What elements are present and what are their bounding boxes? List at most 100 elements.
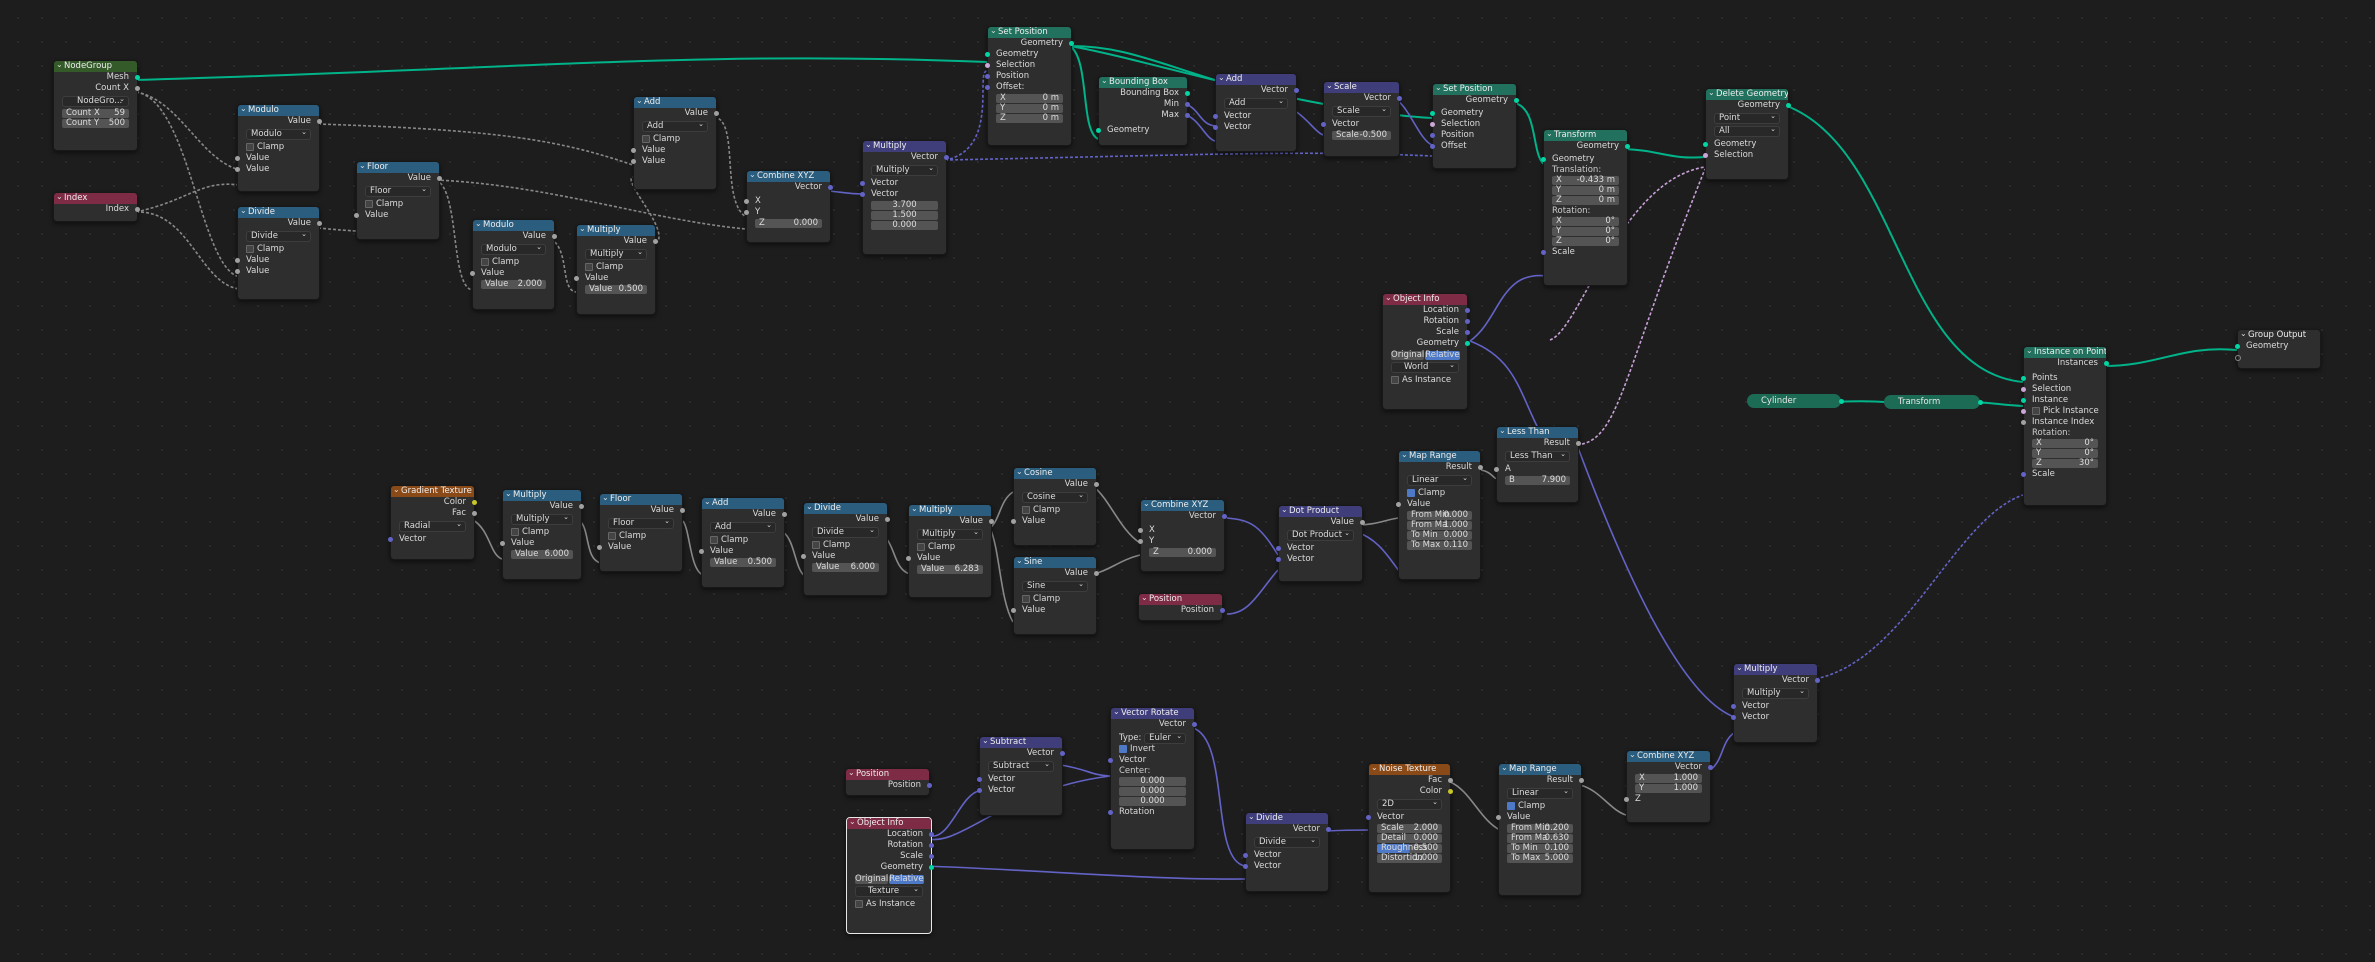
node-vector-add[interactable]: Add Vector Add Vector Vector	[1213, 73, 1299, 152]
input-socket[interactable]	[699, 549, 704, 554]
input-socket[interactable]	[500, 541, 505, 546]
translation-z-field[interactable]: Z0 m	[1552, 196, 1619, 205]
node-header[interactable]: Set Position	[988, 27, 1071, 38]
input-socket[interactable]	[1430, 133, 1435, 138]
input-socket[interactable]	[574, 276, 579, 281]
original-option[interactable]: Original	[1391, 351, 1425, 360]
node-header[interactable]: Bounding Box	[1099, 77, 1187, 88]
output-socket[interactable]	[1220, 608, 1225, 613]
clamp-checkbox[interactable]: Clamp	[238, 244, 319, 255]
rotation-z-field[interactable]: Z 30°	[2032, 459, 2098, 468]
input-socket[interactable]	[2021, 387, 2026, 392]
value-field[interactable]: Value 6.283	[917, 565, 983, 574]
to-max-field[interactable]: To Max 5.000	[1507, 854, 1573, 863]
operation-dropdown[interactable]: Add	[1224, 97, 1288, 109]
node-delete-geometry[interactable]: Delete Geometry Geometry Point All Geome…	[1703, 88, 1791, 180]
output-socket[interactable]	[579, 504, 584, 509]
input-socket[interactable]	[1108, 758, 1113, 763]
node-vector-scale[interactable]: Scale Vector Scale Vector Scale-0.500	[1321, 81, 1402, 157]
type-dropdown[interactable]: Euler	[1144, 732, 1187, 744]
invert-checkbox[interactable]: Invert	[1111, 744, 1194, 755]
output-socket[interactable]	[1060, 751, 1065, 756]
input-socket[interactable]	[2021, 420, 2026, 425]
output-socket[interactable]	[135, 86, 140, 91]
output-socket[interactable]	[885, 517, 890, 522]
to-min-field[interactable]: To Min 0.100	[1507, 844, 1573, 853]
operation-dropdown[interactable]: Multiply	[1742, 687, 1809, 699]
interpolation-dropdown[interactable]: Linear	[1407, 474, 1472, 486]
clamp-checkbox[interactable]: Clamp	[238, 142, 319, 153]
node-header[interactable]: Cosine	[1014, 468, 1096, 479]
input-socket[interactable]	[1138, 528, 1143, 533]
output-socket[interactable]	[1465, 308, 1470, 313]
operation-dropdown[interactable]: Less Than	[1505, 450, 1570, 462]
input-socket[interactable]	[1108, 810, 1113, 815]
output-socket[interactable]	[1815, 678, 1820, 683]
scale-field[interactable]: Scale -0.500	[1332, 131, 1391, 140]
node-modulo-2[interactable]: Modulo Value Modulo Clamp Value Value2.0…	[470, 219, 557, 310]
output-socket[interactable]	[1397, 96, 1402, 101]
clamp-checkbox[interactable]: Clamp	[577, 262, 655, 273]
node-combine-xyz-2[interactable]: Combine XYZ Vector X Y Z0.000	[1138, 499, 1227, 572]
node-header[interactable]: Sine	[1014, 557, 1096, 568]
input-socket[interactable]	[388, 537, 393, 542]
node-header[interactable]: Scale	[1324, 82, 1399, 93]
output-socket[interactable]	[552, 234, 557, 239]
operation-dropdown[interactable]: Divide	[812, 526, 879, 538]
dimensions-dropdown[interactable]: 2D	[1377, 798, 1442, 810]
output-socket[interactable]	[1465, 319, 1470, 324]
rotation-x-field[interactable]: X 0°	[2032, 439, 2098, 448]
input-socket[interactable]	[985, 52, 990, 57]
input-socket[interactable]	[2235, 355, 2241, 361]
node-index[interactable]: Index Index	[53, 192, 140, 222]
detail-field[interactable]: Detail 0.000	[1377, 834, 1442, 843]
output-socket[interactable]	[1448, 778, 1453, 783]
node-vector-multiply-2[interactable]: Multiply Vector Multiply Vector Vector	[1731, 663, 1820, 743]
output-socket[interactable]	[1185, 91, 1190, 96]
output-socket[interactable]	[929, 832, 934, 837]
node-less-than[interactable]: Less Than Result Less Than A B7.900	[1494, 426, 1581, 503]
node-header[interactable]: Position	[1139, 594, 1222, 605]
node-modulo[interactable]: Modulo Value Modulo Clamp Value Value	[235, 104, 322, 192]
node-header[interactable]: Instance on Points	[2024, 347, 2106, 358]
input-socket[interactable]	[977, 788, 982, 793]
node-header[interactable]: Divide	[238, 207, 319, 218]
y-field[interactable]: Y 1.000	[1635, 784, 1702, 793]
output-socket[interactable]	[929, 843, 934, 848]
output-socket[interactable]	[828, 185, 833, 190]
rotation-y-field[interactable]: Y 0°	[2032, 449, 2098, 458]
output-socket[interactable]	[929, 865, 934, 870]
input-socket[interactable]	[235, 269, 240, 274]
operation-dropdown[interactable]: Modulo	[481, 243, 546, 255]
interpolation-dropdown[interactable]: Linear	[1507, 787, 1573, 799]
operation-dropdown[interactable]: Scale	[1332, 105, 1391, 117]
input-socket[interactable]	[860, 181, 865, 186]
node-gradient-texture[interactable]: Gradient Texture Color Fac Radial Vector	[388, 485, 477, 560]
output-socket[interactable]	[1786, 103, 1791, 108]
clamp-checkbox[interactable]: Clamp	[1014, 505, 1096, 516]
node-header[interactable]: NodeGroup	[54, 61, 137, 72]
node-position-2[interactable]: Position Position	[845, 768, 932, 796]
output-socket[interactable]	[1326, 827, 1331, 832]
output-socket[interactable]	[927, 783, 932, 788]
transform-space-toggle[interactable]: Original Relative	[855, 875, 924, 884]
node-sine[interactable]: Sine Value Sine Clamp Value	[1011, 556, 1099, 635]
object-selector[interactable]: Texture	[855, 885, 923, 897]
output-socket[interactable]	[653, 239, 658, 244]
node-header[interactable]: Floor	[357, 162, 439, 173]
mode-dropdown[interactable]: All	[1714, 125, 1780, 137]
output-socket[interactable]	[680, 508, 685, 513]
clamp-checkbox[interactable]: Clamp	[804, 540, 887, 551]
node-header[interactable]: Index	[54, 193, 137, 204]
input-socket[interactable]	[1243, 864, 1248, 869]
node-header[interactable]: Vector Rotate	[1111, 708, 1194, 719]
clamp-checkbox[interactable]: Clamp	[909, 542, 991, 553]
input-socket[interactable]	[235, 258, 240, 263]
value-field[interactable]: Value 6.000	[511, 550, 573, 559]
output-socket[interactable]	[135, 75, 140, 80]
input-socket[interactable]	[977, 777, 982, 782]
clamp-checkbox[interactable]: Clamp	[1014, 594, 1096, 605]
input-socket[interactable]	[1396, 502, 1401, 507]
output-socket[interactable]	[472, 500, 477, 505]
input-socket[interactable]	[354, 213, 359, 218]
